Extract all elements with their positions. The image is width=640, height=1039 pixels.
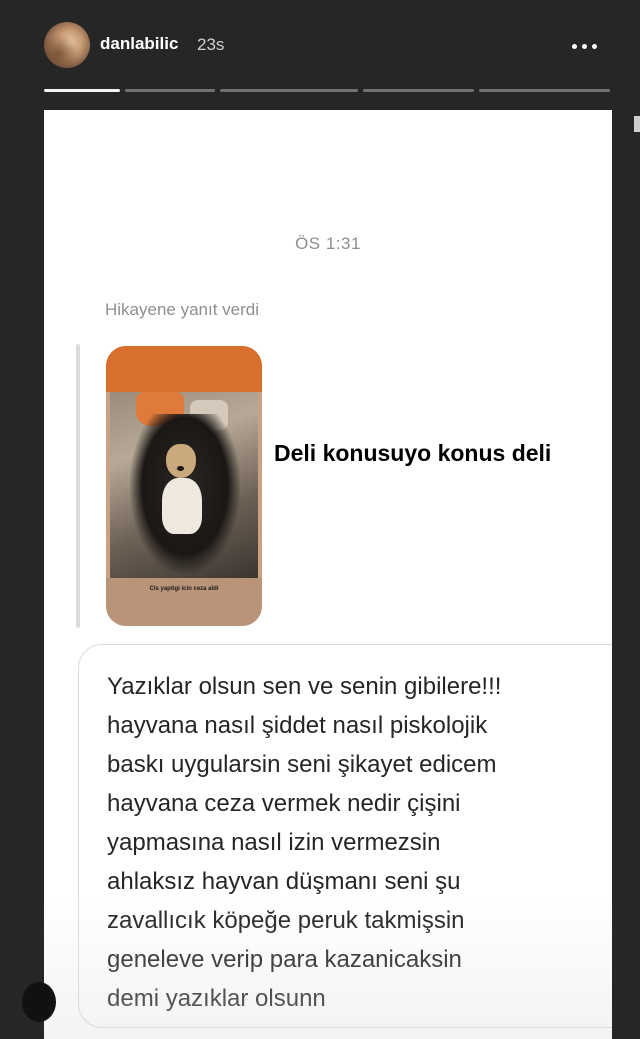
story-viewer: danlabilic 23s ÖS 1:31 Hikayene yanıt ve… [0, 0, 640, 1039]
dog-chest [162, 478, 202, 534]
message-bubble[interactable]: Yazıklar olsun sen ve senin gibilere!!! … [78, 644, 612, 1028]
story-time-ago: 23s [197, 35, 225, 54]
story-reply-note: Hikayene yanıt verdi [105, 300, 260, 319]
avatar-image [44, 22, 90, 68]
more-horizontal-icon [581, 43, 587, 49]
reply-indicator-bar [76, 344, 80, 628]
thumbnail-caption: Cis yaptigi icin ceza aldi [149, 586, 219, 592]
more-horizontal-icon [591, 43, 597, 49]
dog-with-wig-photo [110, 392, 258, 578]
message-text: Yazıklar olsun sen ve senin gibilere!!! … [107, 673, 502, 1012]
dog-nose [177, 466, 184, 471]
progress-segment [125, 89, 215, 92]
message-timestamp: ÖS 1:31 [295, 234, 361, 253]
progress-segment-active [44, 89, 121, 92]
right-edge-gutter [612, 110, 640, 1039]
story-header: danlabilic 23s [0, 0, 640, 92]
edge-mark [634, 116, 640, 132]
progress-segment [478, 89, 610, 92]
avatar[interactable] [44, 22, 90, 68]
story-preview-thumbnail[interactable]: Cis yaptigi icin ceza aldi [106, 346, 262, 626]
progress-segment [363, 89, 474, 92]
dm-screenshot-card: ÖS 1:31 Hikayene yanıt verdi Cis yaptigi… [44, 110, 612, 1039]
story-preview-text: Deli konusuyo konus deli [274, 440, 552, 466]
more-options-button[interactable] [560, 32, 608, 60]
thumbnail-orange-band [106, 346, 262, 392]
username[interactable]: danlabilic [100, 34, 178, 54]
story-progress-bar [44, 89, 610, 92]
dog-face [166, 444, 196, 478]
progress-segment [219, 89, 359, 92]
floating-dot [22, 982, 56, 1022]
more-horizontal-icon [571, 43, 577, 49]
